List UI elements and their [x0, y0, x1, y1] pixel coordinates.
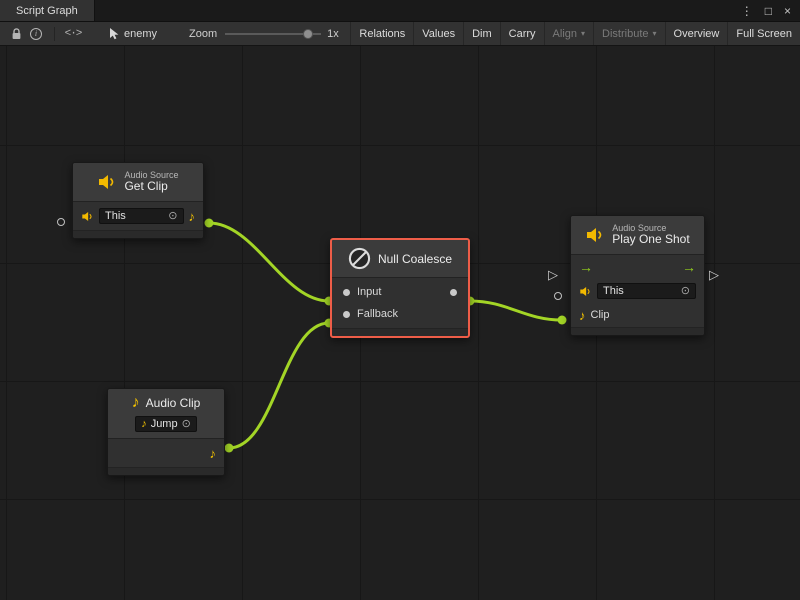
graph-canvas[interactable]: Audio Source Get Clip This ⊙ ♪: [0, 46, 800, 600]
cursor-icon: [109, 27, 119, 40]
object-picker-icon[interactable]: ⊙: [681, 286, 690, 297]
node-footer: [571, 327, 704, 335]
selection-label: enemy: [124, 28, 157, 40]
audio-source-icon: [97, 174, 117, 190]
tab-script-graph[interactable]: Script Graph: [0, 0, 95, 21]
getclip-this-input-port[interactable]: [57, 218, 65, 226]
node-play-one-shot[interactable]: Audio Source Play One Shot → → This ⊙: [570, 215, 705, 336]
window-controls: ⋮ □ ×: [741, 0, 800, 21]
audioclip-input-icon: ♪: [579, 309, 586, 322]
port-label: Input: [357, 286, 381, 298]
clip-row: ♪ Clip: [571, 303, 704, 327]
null-coalesce-icon: [348, 247, 371, 270]
toolbar-button-values[interactable]: Values: [413, 22, 463, 45]
audioclip-icon: ♪: [141, 419, 147, 430]
port-row-input: Input: [332, 281, 468, 303]
button-label: Dim: [472, 28, 492, 40]
target-row: This ⊙ ♪: [73, 202, 203, 230]
button-label: Carry: [509, 28, 536, 40]
selection-breadcrumb[interactable]: enemy: [109, 27, 157, 40]
node-body: Input Fallback: [332, 278, 468, 328]
node-header: Audio Source Get Clip: [73, 163, 203, 202]
play-this-input-port[interactable]: [554, 292, 562, 300]
node-title: Audio Clip: [146, 396, 201, 410]
node-title: Null Coalesce: [378, 252, 452, 266]
clip-dropdown[interactable]: ♪ Jump ⊙: [135, 416, 197, 432]
port-label: Clip: [591, 309, 610, 321]
lock-icon[interactable]: [6, 22, 26, 45]
wire-audioclip-to-null-fallback[interactable]: [225, 319, 334, 453]
button-label: Align: [553, 28, 577, 40]
node-header: Null Coalesce: [332, 240, 468, 278]
graph-toolbar: i <·> enemy Zoom 1x Relations Values Dim: [0, 22, 800, 46]
toolbar-button-dim[interactable]: Dim: [463, 22, 500, 45]
fallback-port[interactable]: [343, 311, 350, 318]
flow-input-port[interactable]: ▷: [548, 268, 558, 281]
node-audio-clip[interactable]: ♪ Audio Clip ♪ Jump ⊙ ♪: [107, 388, 225, 476]
flow-in-icon[interactable]: →: [579, 260, 593, 274]
toolbar-button-relations[interactable]: Relations: [350, 22, 413, 45]
toolbar-button-align: Align ▾: [544, 22, 593, 45]
toolbar-button-distribute: Distribute ▾: [593, 22, 664, 45]
info-glyph: i: [30, 28, 42, 40]
wire-null-output-to-play-clip[interactable]: [466, 297, 567, 325]
node-title: Get Clip: [124, 180, 178, 194]
toolbar-button-carry[interactable]: Carry: [500, 22, 544, 45]
zoom-value: 1x: [327, 28, 339, 40]
unity-window: Script Graph ⋮ □ × i <·> enemy Zoom: [0, 0, 800, 600]
audio-source-icon: [81, 211, 94, 222]
audio-source-icon: [585, 227, 605, 243]
target-dropdown[interactable]: This ⊙: [99, 208, 184, 224]
audioclip-icon: ♪: [132, 395, 140, 411]
flow-out-icon[interactable]: →: [682, 260, 696, 274]
chip-label: Jump: [151, 418, 178, 430]
node-get-clip[interactable]: Audio Source Get Clip This ⊙ ♪: [72, 162, 204, 239]
button-label: Distribute: [602, 28, 648, 40]
chip-label: This: [105, 210, 126, 222]
toolbar-button-overview[interactable]: Overview: [665, 22, 728, 45]
chevron-down-icon: ▾: [653, 29, 657, 38]
info-icon[interactable]: i: [26, 22, 46, 45]
zoom-slider-handle[interactable]: [303, 29, 313, 39]
node-header: ♪ Audio Clip ♪ Jump ⊙: [108, 389, 224, 439]
button-label: Values: [422, 28, 455, 40]
object-picker-icon[interactable]: ⊙: [182, 419, 191, 430]
output-row: ♪: [108, 439, 224, 467]
input-port[interactable]: [343, 289, 350, 296]
toolbar-button-fullscreen[interactable]: Full Screen: [727, 22, 800, 45]
flow-row: → →: [571, 255, 704, 279]
kebab-menu-icon[interactable]: ⋮: [741, 5, 753, 17]
code-icon[interactable]: <·>: [63, 22, 83, 45]
target-dropdown[interactable]: This ⊙: [597, 283, 696, 299]
node-footer: [108, 467, 224, 475]
button-label: Full Screen: [736, 28, 792, 40]
zoom-label: Zoom: [189, 28, 217, 40]
button-label: Overview: [674, 28, 720, 40]
node-footer: [332, 328, 468, 336]
object-picker-icon[interactable]: ⊙: [168, 211, 177, 222]
button-label: Relations: [359, 28, 405, 40]
tab-label: Script Graph: [16, 5, 78, 17]
port-label: Fallback: [357, 308, 398, 320]
close-icon[interactable]: ×: [784, 5, 791, 17]
title-bar: Script Graph ⋮ □ ×: [0, 0, 800, 22]
audioclip-output-icon: ♪: [189, 210, 196, 223]
maximize-icon[interactable]: □: [765, 5, 772, 17]
node-null-coalesce[interactable]: Null Coalesce Input Fallback: [330, 238, 470, 338]
node-header: Audio Source Play One Shot: [571, 216, 704, 255]
zoom-slider[interactable]: [225, 27, 321, 41]
chip-label: This: [603, 285, 624, 297]
result-output-port[interactable]: [450, 289, 457, 296]
port-row-fallback: Fallback: [332, 303, 468, 325]
node-title: Play One Shot: [612, 233, 689, 247]
flow-output-port[interactable]: ▷: [709, 268, 719, 281]
target-row: This ⊙: [571, 279, 704, 303]
toolbar-separator: [54, 27, 55, 41]
chevron-down-icon: ▾: [581, 29, 585, 38]
wire-getclip-to-null-input[interactable]: [205, 219, 334, 306]
audio-source-icon: [579, 286, 592, 297]
node-footer: [73, 230, 203, 238]
toolbar-buttons: Relations Values Dim Carry Align ▾ Distr…: [350, 22, 800, 45]
audioclip-output-icon: ♪: [210, 447, 217, 460]
